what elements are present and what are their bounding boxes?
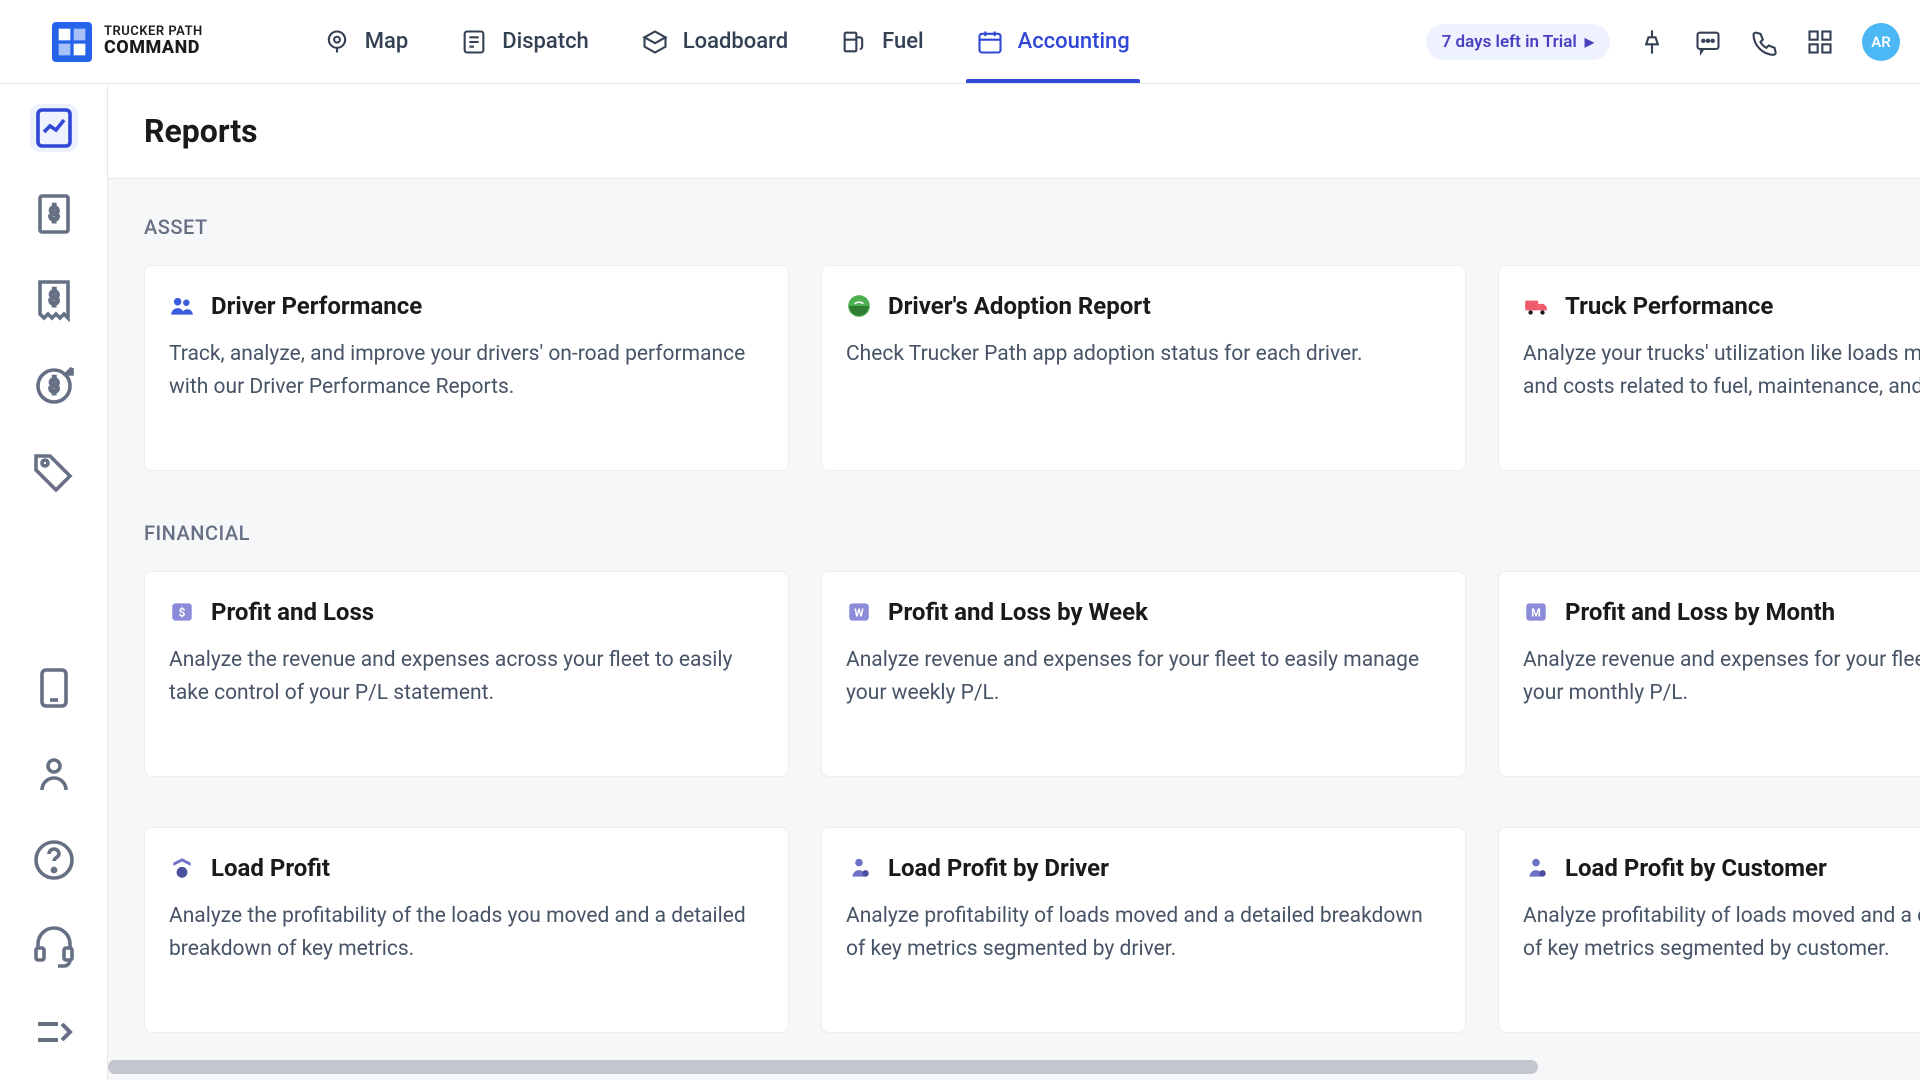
svg-text:$: $ bbox=[48, 376, 58, 397]
card-load-profit-driver[interactable]: Load Profit by Driver Analyze profitabil… bbox=[821, 827, 1466, 1033]
card-title: Load Profit by Driver bbox=[888, 854, 1109, 882]
trial-pill[interactable]: 7 days left in Trial ▶ bbox=[1426, 24, 1610, 60]
avatar[interactable]: AR bbox=[1862, 23, 1900, 61]
card-desc: Track, analyze, and improve your drivers… bbox=[169, 338, 764, 403]
logo-line2: COMMAND bbox=[104, 39, 203, 58]
sidebar-user[interactable] bbox=[30, 750, 78, 798]
sidebar-tag[interactable] bbox=[30, 448, 78, 496]
fuel-icon bbox=[840, 28, 868, 56]
load-profit-customer-icon bbox=[1523, 855, 1549, 881]
apps-grid-icon[interactable] bbox=[1806, 28, 1834, 56]
card-driver-performance[interactable]: Driver Performance Track, analyze, and i… bbox=[144, 265, 789, 471]
content-header: Reports bbox=[108, 84, 1920, 179]
financial-row-2: Load Profit Analyze the profitability of… bbox=[144, 827, 1920, 1033]
nav-fuel-label: Fuel bbox=[882, 29, 924, 54]
card-desc: Analyze profitability of loads moved and… bbox=[846, 900, 1441, 965]
map-pin-icon bbox=[323, 28, 351, 56]
nav-dispatch[interactable]: Dispatch bbox=[460, 0, 589, 83]
card-truck-performance[interactable]: Truck Performance Analyze your trucks' u… bbox=[1498, 265, 1920, 471]
accounting-icon bbox=[976, 28, 1004, 56]
loadboard-icon bbox=[641, 28, 669, 56]
sidebar-receipt[interactable]: $ bbox=[30, 276, 78, 324]
content: Reports ASSET Driver Performance Track, … bbox=[108, 84, 1920, 1080]
pin-icon[interactable] bbox=[1638, 28, 1666, 56]
nav-accounting-label: Accounting bbox=[1018, 29, 1130, 54]
logo-text: TRUCKER PATH COMMAND bbox=[104, 25, 203, 58]
card-title: Truck Performance bbox=[1565, 292, 1773, 320]
sidebar-help[interactable] bbox=[30, 836, 78, 884]
svg-text:$: $ bbox=[48, 204, 58, 225]
svg-text:$: $ bbox=[179, 605, 186, 619]
svg-text:M: M bbox=[1531, 606, 1540, 619]
nav-map-label: Map bbox=[365, 29, 408, 54]
nav-loadboard-label: Loadboard bbox=[683, 29, 788, 54]
card-profit-loss[interactable]: $ Profit and Loss Analyze the revenue an… bbox=[144, 571, 789, 777]
financial-row-1: $ Profit and Loss Analyze the revenue an… bbox=[144, 571, 1920, 777]
load-profit-icon bbox=[169, 855, 195, 881]
card-desc: Analyze your trucks' utilization like lo… bbox=[1523, 338, 1920, 403]
section-financial-label: FINANCIAL bbox=[144, 521, 1920, 545]
card-desc: Analyze the revenue and expenses across … bbox=[169, 644, 764, 709]
card-title: Profit and Loss bbox=[211, 598, 374, 626]
load-profit-driver-icon bbox=[846, 855, 872, 881]
drivers-icon bbox=[169, 293, 195, 319]
card-desc: Analyze the profitability of the loads y… bbox=[169, 900, 764, 965]
card-desc: Analyze revenue and expenses for your fl… bbox=[846, 644, 1441, 709]
logo-mark-icon bbox=[52, 22, 92, 62]
logo[interactable]: TRUCKER PATH COMMAND bbox=[52, 22, 203, 62]
pl-week-icon: W bbox=[846, 599, 872, 625]
truck-icon bbox=[1523, 293, 1549, 319]
card-adoption-report[interactable]: Driver's Adoption Report Check Trucker P… bbox=[821, 265, 1466, 471]
scrollbar-thumb[interactable] bbox=[108, 1060, 1538, 1074]
svg-text:W: W bbox=[854, 606, 864, 619]
card-profit-loss-month[interactable]: M Profit and Loss by Month Analyze reven… bbox=[1498, 571, 1920, 777]
main: $ $ $ bbox=[0, 84, 1920, 1080]
sidebar-expand[interactable] bbox=[30, 1008, 78, 1056]
card-profit-loss-week[interactable]: W Profit and Loss by Week Analyze revenu… bbox=[821, 571, 1466, 777]
chat-icon[interactable] bbox=[1694, 28, 1722, 56]
card-title: Load Profit by Customer bbox=[1565, 854, 1827, 882]
nav-map[interactable]: Map bbox=[323, 0, 408, 83]
pl-icon: $ bbox=[169, 599, 195, 625]
page-title: Reports bbox=[144, 112, 1920, 150]
horizontal-scrollbar[interactable] bbox=[108, 1060, 1896, 1074]
topbar-right: 7 days left in Trial ▶ AR bbox=[1426, 23, 1900, 61]
asset-row: Driver Performance Track, analyze, and i… bbox=[144, 265, 1920, 471]
card-title: Driver's Adoption Report bbox=[888, 292, 1151, 320]
card-desc: Analyze revenue and expenses for your fl… bbox=[1523, 644, 1920, 709]
sidebar-reports[interactable] bbox=[30, 104, 78, 152]
card-title: Profit and Loss by Week bbox=[888, 598, 1148, 626]
nav-fuel[interactable]: Fuel bbox=[840, 0, 924, 83]
sidebar-invoice[interactable]: $ bbox=[30, 190, 78, 238]
sidebar-tablet[interactable] bbox=[30, 664, 78, 712]
pl-month-icon: M bbox=[1523, 599, 1549, 625]
card-title: Profit and Loss by Month bbox=[1565, 598, 1835, 626]
nav-dispatch-label: Dispatch bbox=[502, 29, 589, 54]
nav-loadboard[interactable]: Loadboard bbox=[641, 0, 788, 83]
svg-text:$: $ bbox=[48, 288, 58, 309]
avatar-initials: AR bbox=[1871, 33, 1891, 51]
sidebar-support[interactable] bbox=[30, 922, 78, 970]
sidebar-top: $ $ $ bbox=[0, 104, 107, 496]
card-title: Driver Performance bbox=[211, 292, 422, 320]
scroll-area[interactable]: ASSET Driver Performance Track, analyze,… bbox=[108, 179, 1920, 1080]
sidebar-transfer[interactable]: $ bbox=[30, 362, 78, 410]
card-desc: Check Trucker Path app adoption status f… bbox=[846, 338, 1441, 371]
card-desc: Analyze profitability of loads moved and… bbox=[1523, 900, 1920, 965]
section-asset-label: ASSET bbox=[144, 215, 1920, 239]
card-load-profit-customer[interactable]: Load Profit by Customer Analyze profitab… bbox=[1498, 827, 1920, 1033]
sidebar-bottom bbox=[0, 664, 107, 1070]
topnav: Map Dispatch Loadboard Fuel Accounting bbox=[323, 0, 1130, 83]
phone-icon[interactable] bbox=[1750, 28, 1778, 56]
nav-accounting[interactable]: Accounting bbox=[976, 0, 1130, 83]
adoption-icon bbox=[846, 293, 872, 319]
topbar: TRUCKER PATH COMMAND Map Dispatch Loadbo… bbox=[0, 0, 1920, 84]
trial-text: 7 days left in Trial bbox=[1442, 32, 1577, 52]
chevron-right-icon: ▶ bbox=[1585, 35, 1594, 49]
card-load-profit[interactable]: Load Profit Analyze the profitability of… bbox=[144, 827, 789, 1033]
card-title: Load Profit bbox=[211, 854, 330, 882]
dispatch-icon bbox=[460, 28, 488, 56]
sidebar: $ $ $ bbox=[0, 84, 108, 1080]
